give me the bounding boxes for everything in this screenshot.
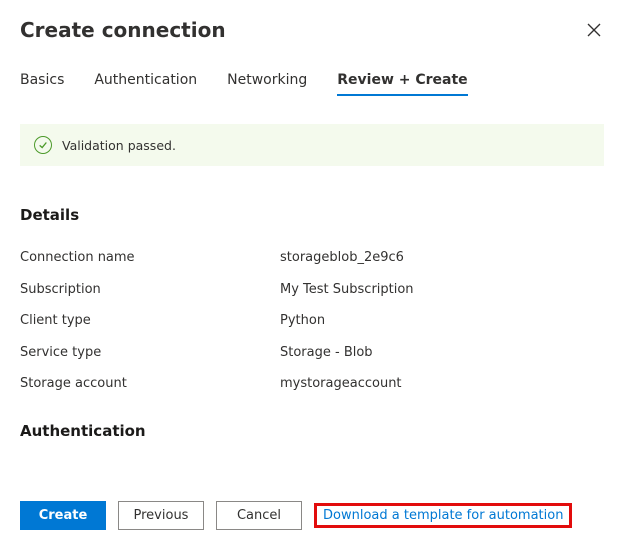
tab-basics[interactable]: Basics bbox=[20, 72, 64, 96]
details-value: Python bbox=[280, 312, 604, 330]
validation-message: Validation passed. bbox=[62, 138, 176, 153]
details-value: storageblob_2e9c6 bbox=[280, 249, 604, 267]
panel-title: Create connection bbox=[20, 18, 226, 42]
details-row: Subscription My Test Subscription bbox=[20, 274, 604, 306]
previous-button[interactable]: Previous bbox=[118, 501, 204, 530]
details-key: Connection name bbox=[20, 249, 280, 267]
tab-authentication[interactable]: Authentication bbox=[94, 72, 197, 96]
create-connection-panel: Create connection Basics Authentication … bbox=[0, 0, 630, 542]
download-template-highlight: Download a template for automation bbox=[314, 503, 572, 528]
content-scroll[interactable]: Validation passed. Details Connection na… bbox=[20, 124, 610, 481]
create-button[interactable]: Create bbox=[20, 501, 106, 530]
close-icon bbox=[587, 23, 601, 37]
success-icon bbox=[34, 136, 52, 154]
details-row: Connection name storageblob_2e9c6 bbox=[20, 242, 604, 274]
tab-networking[interactable]: Networking bbox=[227, 72, 307, 96]
details-list: Connection name storageblob_2e9c6 Subscr… bbox=[20, 242, 604, 400]
details-key: Client type bbox=[20, 312, 280, 330]
details-row: Service type Storage - Blob bbox=[20, 337, 604, 369]
details-row: Client type Python bbox=[20, 305, 604, 337]
download-template-link[interactable]: Download a template for automation bbox=[321, 506, 565, 525]
details-value: My Test Subscription bbox=[280, 281, 604, 299]
panel-header: Create connection bbox=[20, 14, 610, 46]
details-value: mystorageaccount bbox=[280, 375, 604, 393]
details-key: Storage account bbox=[20, 375, 280, 393]
tab-review-create[interactable]: Review + Create bbox=[337, 72, 467, 96]
details-row: Storage account mystorageaccount bbox=[20, 368, 604, 400]
close-button[interactable] bbox=[578, 14, 610, 46]
details-value: Storage - Blob bbox=[280, 344, 604, 362]
cancel-button[interactable]: Cancel bbox=[216, 501, 302, 530]
authentication-heading: Authentication bbox=[20, 422, 604, 440]
validation-bar: Validation passed. bbox=[20, 124, 604, 166]
details-key: Subscription bbox=[20, 281, 280, 299]
details-key: Service type bbox=[20, 344, 280, 362]
wizard-footer: Create Previous Cancel Download a templa… bbox=[20, 489, 610, 542]
wizard-tabs: Basics Authentication Networking Review … bbox=[20, 72, 610, 96]
details-heading: Details bbox=[20, 206, 604, 224]
